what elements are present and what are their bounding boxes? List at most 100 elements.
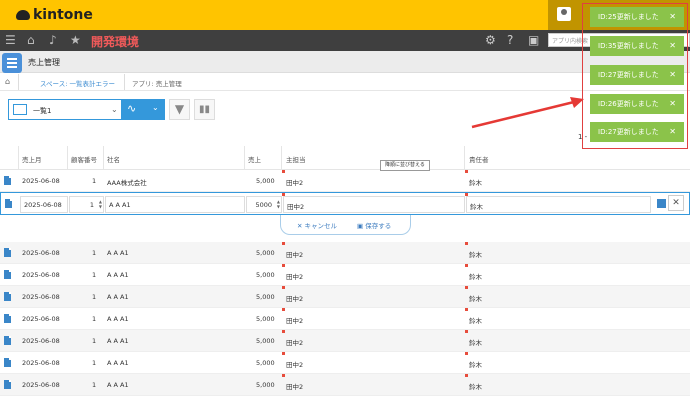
table-row[interactable]: 2025-06-08 1 A A A1 5,000 田中2 鈴木 — [0, 286, 690, 308]
home-icon[interactable]: ⌂ — [27, 33, 35, 47]
field-marker — [282, 352, 285, 355]
user-avatar-icon[interactable] — [557, 7, 571, 21]
cell-manager: 鈴木 — [469, 383, 482, 391]
app-title: 売上管理 — [28, 58, 60, 67]
edit-sales-value: 5000 — [255, 201, 272, 209]
bell-icon[interactable]: ♪ — [49, 33, 57, 47]
close-icon[interactable]: ✕ — [668, 195, 684, 211]
cell-rep: 田中2 — [286, 383, 304, 391]
cell-manager: 鈴木 — [469, 361, 482, 369]
stepper-icon[interactable]: ▲ ▼ — [99, 199, 102, 209]
table-row[interactable]: 2025-06-08 1 A A A1 5,000 田中2 鈴木 — [0, 374, 690, 396]
column-header-customer-no[interactable]: 顧客番号 — [71, 154, 97, 164]
save-label: 保存する — [365, 222, 392, 230]
column-header-sales[interactable]: 売上 — [248, 154, 261, 164]
cell-month: 2025-06-08 — [22, 337, 60, 345]
edit-company-field[interactable]: A A A1 — [105, 196, 245, 213]
cell-month: 2025-06-08 — [22, 359, 60, 367]
column-divider — [464, 146, 465, 170]
cell-manager: 鈴木 — [469, 339, 482, 347]
table-row[interactable]: 2025-06-08 1 A A A1 5,000 田中2 鈴木 — [0, 242, 690, 264]
cell-customer-no: 1 — [92, 249, 97, 257]
breadcrumb-divider — [124, 74, 125, 90]
field-marker — [465, 242, 468, 245]
cell-rep: 田中2 — [286, 179, 304, 187]
record-detail-icon[interactable] — [4, 248, 11, 257]
close-icon[interactable]: ✕ — [669, 122, 676, 142]
record-detail-icon[interactable] — [4, 314, 11, 323]
close-icon[interactable]: ✕ — [669, 65, 676, 85]
toast-message: ID:26更新しました — [598, 100, 659, 108]
column-header-manager[interactable]: 責任者 — [469, 154, 489, 164]
record-detail-icon[interactable] — [4, 270, 11, 279]
cancel-button[interactable]: ✕ キャンセル — [297, 220, 337, 230]
close-icon[interactable]: ✕ — [669, 7, 676, 27]
cell-company: A A A1 — [107, 249, 129, 257]
column-header-rep[interactable]: 主担当 — [286, 154, 306, 164]
table-row[interactable]: 2025-06-08 1 A A A1 5,000 田中2 鈴木 — [0, 264, 690, 286]
edit-rep-field[interactable]: 田中2 — [283, 196, 465, 213]
save-icon[interactable] — [657, 199, 666, 208]
cell-customer-no: 1 — [92, 337, 97, 345]
record-detail-icon[interactable] — [5, 199, 12, 208]
table-row[interactable]: 2025-06-08 1 AAA株式会社 5,000 田中2 鈴木 — [0, 170, 690, 192]
app-icon-line — [7, 66, 17, 68]
record-detail-icon[interactable] — [4, 380, 11, 389]
field-marker — [465, 264, 468, 267]
column-divider — [103, 146, 104, 170]
inline-edit-row: 2025-06-08 1 ▲ ▼ A A A1 5000 ▲ ▼ 田中2 鈴木 ✕ — [0, 192, 690, 215]
edit-sales-field[interactable]: 5000 ▲ ▼ — [246, 196, 282, 213]
field-marker — [282, 286, 285, 289]
breadcrumb-home-icon[interactable]: ⌂ — [5, 77, 10, 86]
close-icon[interactable]: ✕ — [669, 94, 676, 114]
cell-sales: 5,000 — [256, 315, 275, 323]
record-detail-icon[interactable] — [4, 176, 11, 185]
edit-month-field[interactable]: 2025-06-08 — [20, 196, 68, 213]
cell-customer-no: 1 — [92, 381, 97, 389]
filter-button[interactable]: ▼ — [169, 99, 190, 120]
table-row[interactable]: 2025-06-08 1 A A A1 5,000 田中2 鈴木 — [0, 330, 690, 352]
cell-company: A A A1 — [107, 315, 129, 323]
apps-icon[interactable]: ▣ — [528, 33, 539, 47]
annotation-arrow — [471, 97, 584, 129]
column-header-company[interactable]: 社名 — [107, 154, 120, 164]
cell-customer-no: 1 — [92, 315, 97, 323]
cell-month: 2025-06-08 — [22, 315, 60, 323]
gear-icon[interactable]: ⚙ — [485, 33, 496, 47]
close-icon[interactable]: ✕ — [669, 36, 676, 56]
help-icon[interactable]: ? — [507, 33, 513, 47]
column-header-month[interactable]: 売上月 — [22, 154, 42, 164]
cell-rep: 田中2 — [286, 361, 304, 369]
cell-manager: 鈴木 — [469, 317, 482, 325]
toast-message: ID:35更新しました — [598, 42, 659, 50]
stepper-icon[interactable]: ▲ ▼ — [277, 199, 280, 209]
line-graph-icon: ∿ — [127, 102, 137, 115]
table-row[interactable]: 2025-06-08 1 A A A1 5,000 田中2 鈴木 — [0, 308, 690, 330]
graph-selector-button[interactable]: ∿ ⌄ — [122, 99, 165, 120]
record-detail-icon[interactable] — [4, 292, 11, 301]
cell-month: 2025-06-08 — [22, 293, 60, 301]
record-detail-icon[interactable] — [4, 358, 11, 367]
hamburger-menu-icon[interactable]: ☰ — [5, 33, 16, 47]
table-row[interactable]: 2025-06-08 1 A A A1 5,000 田中2 鈴木 — [0, 352, 690, 374]
breadcrumb-divider — [18, 74, 19, 90]
edit-manager-field[interactable]: 鈴木 — [466, 196, 651, 213]
cell-rep: 田中2 — [286, 317, 304, 325]
breadcrumb-space-link[interactable]: スペース: 一覧表計エラー — [40, 78, 115, 88]
kintone-logo[interactable]: kintone — [16, 7, 93, 23]
star-icon[interactable]: ★ — [70, 33, 81, 47]
save-button[interactable]: ▣ 保存する — [357, 220, 391, 230]
view-selector[interactable]: 一覧1 ⌄ — [8, 99, 122, 120]
cell-rep: 田中2 — [286, 273, 304, 281]
app-list-icon[interactable] — [2, 53, 22, 73]
record-detail-icon[interactable] — [4, 336, 11, 345]
bar-chart-icon: ▮▮ — [198, 104, 210, 115]
field-marker — [465, 374, 468, 377]
cell-manager: 鈴木 — [469, 273, 482, 281]
column-divider — [18, 146, 19, 170]
field-marker — [282, 264, 285, 267]
edit-customer-no-field[interactable]: 1 ▲ ▼ — [69, 196, 104, 213]
breadcrumb-app: アプリ: 売上管理 — [132, 80, 182, 88]
field-marker — [282, 374, 285, 377]
chart-button[interactable]: ▮▮ — [194, 99, 215, 120]
